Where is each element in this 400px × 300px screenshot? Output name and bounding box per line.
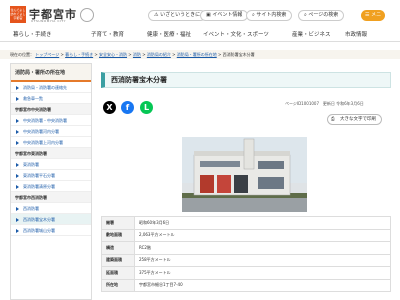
table-value: 258平方メートル bbox=[134, 253, 391, 267]
table-value: 昭和60年3月6日 bbox=[134, 216, 391, 230]
page-search-button[interactable]: ⌕ ページの検索 bbox=[298, 10, 345, 21]
gnav-item-city-admin[interactable]: 市政情報 bbox=[345, 30, 367, 38]
table-value: RC2階 bbox=[134, 241, 391, 255]
emergency-button[interactable]: ⚠ いざというときに bbox=[148, 10, 207, 21]
table-row: 構造 RC2階 bbox=[101, 241, 391, 255]
sidebar-item[interactable]: 東消防署清原分署 bbox=[11, 181, 91, 192]
large-print-label: 大きな文字で印刷 bbox=[340, 117, 376, 122]
breadcrumb-link-living[interactable]: 暮らし・手続き bbox=[65, 52, 93, 57]
sidebar-item[interactable]: 消防局・消防署の連絡先 bbox=[11, 82, 91, 93]
event-info-label: イベント情報 bbox=[212, 12, 243, 18]
global-nav: 暮らし・手続き 子育て・教育 健康・医療・福祉 イベント・文化・スポーツ 産業・… bbox=[0, 28, 400, 42]
table-value: 375平方メートル bbox=[134, 266, 391, 280]
menu-label: メニュー bbox=[365, 12, 382, 29]
page-meta: ページID1001007 更新日 令和6年3月6日 bbox=[285, 101, 364, 107]
page-search-label: ページの検索 bbox=[308, 12, 339, 18]
facebook-share-icon[interactable]: f bbox=[121, 101, 134, 114]
table-key: 建築面積 bbox=[101, 253, 135, 267]
gnav-item-living[interactable]: 暮らし・手続き bbox=[13, 30, 52, 38]
sidebar-section: 宇都宮市西消防署 bbox=[11, 192, 91, 203]
breadcrumb: 現在の位置： トップページ > 暮らし・手続き > 安全安心・消防 > 消防 >… bbox=[0, 50, 400, 59]
table-row: 延面積 375平方メートル bbox=[101, 266, 391, 280]
site-search-label: サイト内検索 bbox=[256, 12, 287, 18]
sidebar-item[interactable]: 中央消防署・中央消防署 bbox=[11, 115, 91, 126]
menu-button[interactable]: ☰ メニュー bbox=[361, 10, 385, 29]
table-key: 延面積 bbox=[101, 266, 135, 280]
sidebar-section: 宇都宮市東消防署 bbox=[11, 148, 91, 159]
sidebar-item[interactable]: 西消防署宝木分署 bbox=[11, 214, 91, 225]
station-info-table: 開署 昭和60年3月6日 敷地面積 2,063平方メートル 構造 RC2階 建築面積 258平… bbox=[101, 216, 391, 292]
emergency-label: いざというときに bbox=[160, 12, 201, 18]
fire-station-photo bbox=[182, 137, 307, 212]
sidebar-item[interactable]: 東消防署 bbox=[11, 159, 91, 170]
city-emblem-icon bbox=[80, 8, 94, 22]
sidebar-item[interactable]: 中央消防署上河内分署 bbox=[11, 137, 91, 148]
table-row: 建築面積 258平方メートル bbox=[101, 253, 391, 267]
x-share-icon[interactable]: X bbox=[103, 101, 116, 114]
table-value: 宇都宮市細谷1丁目7-40 bbox=[134, 278, 391, 292]
city-logo-badge[interactable]: 住んでよし 訪れてよし 宇都宮 bbox=[10, 6, 26, 23]
gnav-item-childcare[interactable]: 子育て・教育 bbox=[91, 30, 124, 38]
city-logo-subtitle: UTSUNOMIYA CITY bbox=[31, 19, 66, 23]
updated-date: 更新日 令和6年3月6日 bbox=[322, 101, 364, 106]
event-info-button[interactable]: ▣ イベント情報 bbox=[200, 10, 249, 21]
gnav-item-health[interactable]: 健康・医療・福祉 bbox=[147, 30, 191, 38]
breadcrumb-link-locations[interactable]: 消防局・署所の所在地 bbox=[177, 52, 217, 57]
breadcrumb-current: 西消防署宝木分署 bbox=[222, 52, 255, 57]
gnav-item-events[interactable]: イベント・文化・スポーツ bbox=[203, 30, 269, 38]
breadcrumb-link-fire[interactable]: 消防 bbox=[133, 52, 141, 57]
site-search-button[interactable]: ⌕ サイト内検索 bbox=[246, 10, 293, 21]
sidebar-item[interactable]: 東消防署平石分署 bbox=[11, 170, 91, 181]
page-id: ページID1001007 bbox=[285, 101, 319, 106]
page-title: 西消防署宝木分署 bbox=[101, 72, 391, 88]
breadcrumb-prefix: 現在の位置： bbox=[10, 52, 34, 57]
table-row: 開署 昭和60年3月6日 bbox=[101, 216, 391, 230]
table-key: 所在地 bbox=[101, 278, 135, 292]
print-icon: ⎙ bbox=[331, 117, 335, 122]
sidebar-item[interactable]: 救急車一覧 bbox=[11, 93, 91, 104]
table-row: 所在地 宇都宮市細谷1丁目7-40 bbox=[101, 278, 391, 292]
large-print-button[interactable]: ⎙ 大きな文字で印刷 bbox=[327, 114, 382, 125]
fire-station-building-image bbox=[182, 137, 307, 212]
table-value: 2,063平方メートル bbox=[134, 228, 391, 242]
sidebar-item[interactable]: 西消防署 bbox=[11, 203, 91, 214]
sidebar-item[interactable]: 中央消防署河内分署 bbox=[11, 126, 91, 137]
breadcrumb-link-top[interactable]: トップページ bbox=[35, 52, 59, 57]
breadcrumb-link-safety[interactable]: 安全安心・消防 bbox=[99, 52, 127, 57]
sidebar-list: 消防局・消防署の連絡先 救急車一覧 宇都宮市中央消防署 中央消防署・中央消防署 中央消防… bbox=[11, 82, 91, 236]
table-key: 開署 bbox=[101, 216, 135, 230]
breadcrumb-link-about[interactable]: 消防局の紹介 bbox=[147, 52, 171, 57]
line-share-icon[interactable]: L bbox=[140, 101, 153, 114]
table-key: 構造 bbox=[101, 241, 135, 255]
sidebar-title: 消防局・署所の所在地 bbox=[11, 64, 91, 82]
sidebar-section: 宇都宮市中央消防署 bbox=[11, 104, 91, 115]
table-key: 敷地面積 bbox=[101, 228, 135, 242]
site-header: 住んでよし 訪れてよし 宇都宮 宇都宮市 UTSUNOMIYA CITY ⚠ い… bbox=[0, 0, 400, 29]
sidebar: 消防局・署所の所在地 消防局・消防署の連絡先 救急車一覧 宇都宮市中央消防署 中央消防… bbox=[10, 63, 92, 300]
sidebar-item[interactable]: 西消防署城山分署 bbox=[11, 225, 91, 236]
table-row: 敷地面積 2,063平方メートル bbox=[101, 228, 391, 242]
gnav-item-business[interactable]: 産業・ビジネス bbox=[292, 30, 331, 38]
